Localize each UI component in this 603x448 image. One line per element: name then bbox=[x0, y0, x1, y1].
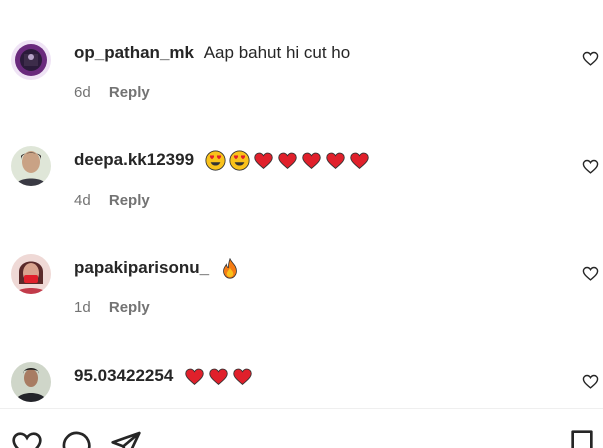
comment-emojis bbox=[184, 366, 253, 387]
heart-outline-icon bbox=[582, 159, 599, 174]
reply-button[interactable]: Reply bbox=[109, 84, 150, 101]
red-heart-emoji-icon bbox=[278, 152, 297, 169]
save-button[interactable] bbox=[568, 429, 596, 448]
like-button[interactable] bbox=[582, 158, 599, 175]
like-button[interactable] bbox=[582, 265, 599, 282]
profile-avatar-icon bbox=[11, 146, 51, 186]
red-heart-emoji-icon bbox=[209, 368, 228, 385]
avatar[interactable] bbox=[11, 146, 51, 186]
comment-button[interactable] bbox=[60, 429, 92, 448]
share-button[interactable] bbox=[110, 429, 142, 448]
heart-outline-icon bbox=[582, 266, 599, 281]
comment-username[interactable]: 95.03422254 bbox=[74, 366, 173, 385]
red-heart-emoji-icon bbox=[254, 152, 273, 169]
reply-button[interactable]: Reply bbox=[109, 192, 150, 209]
comment-line: op_pathan_mk Aap bahut hi cut ho bbox=[74, 43, 350, 63]
profile-avatar-icon bbox=[11, 254, 51, 294]
comment-icon bbox=[62, 431, 91, 448]
heart-outline-icon bbox=[12, 432, 42, 448]
heart-outline-icon bbox=[582, 374, 599, 389]
like-button[interactable] bbox=[582, 373, 599, 390]
bookmark-icon bbox=[571, 430, 593, 448]
comment-emojis bbox=[220, 258, 240, 279]
reply-button[interactable]: Reply bbox=[109, 299, 150, 316]
heart-outline-icon bbox=[582, 51, 599, 66]
comment-time: 6d bbox=[74, 84, 91, 101]
red-heart-emoji-icon bbox=[326, 152, 345, 169]
profile-avatar-icon bbox=[11, 362, 51, 402]
comment-meta: 1d Reply bbox=[74, 299, 150, 317]
avatar[interactable] bbox=[11, 40, 51, 80]
share-icon bbox=[111, 431, 141, 448]
comment-meta: 4d Reply bbox=[74, 192, 150, 210]
comment-meta: 6d Reply bbox=[74, 84, 150, 102]
comment-line: papakiparisonu_ bbox=[74, 258, 240, 279]
red-heart-emoji-icon bbox=[350, 152, 369, 169]
background-artifact bbox=[70, 94, 73, 108]
comment-text: Aap bahut hi cut ho bbox=[203, 43, 351, 62]
comment-username[interactable]: deepa.kk12399 bbox=[74, 150, 194, 169]
comment-line: deepa.kk12399 bbox=[74, 150, 370, 171]
fire-emoji-icon bbox=[222, 258, 237, 279]
heart-eyes-emoji-icon bbox=[205, 150, 226, 171]
comment-time: 4d bbox=[74, 192, 91, 209]
red-heart-emoji-icon bbox=[233, 368, 252, 385]
like-post-button[interactable] bbox=[11, 429, 43, 448]
comment-username[interactable]: op_pathan_mk bbox=[74, 43, 194, 62]
comments-page: op_pathan_mk Aap bahut hi cut ho 6d Repl… bbox=[0, 0, 603, 448]
avatar[interactable] bbox=[11, 254, 51, 294]
comment-time: 1d bbox=[74, 299, 91, 316]
like-button[interactable] bbox=[582, 50, 599, 67]
comment-username[interactable]: papakiparisonu_ bbox=[74, 258, 209, 277]
profile-avatar-icon bbox=[11, 40, 51, 80]
comment-line: 95.03422254 bbox=[74, 366, 253, 387]
heart-eyes-emoji-icon bbox=[229, 150, 250, 171]
post-action-bar bbox=[0, 408, 603, 448]
comment-emojis bbox=[205, 150, 370, 171]
avatar[interactable] bbox=[11, 362, 51, 402]
red-heart-emoji-icon bbox=[185, 368, 204, 385]
red-heart-emoji-icon bbox=[302, 152, 321, 169]
